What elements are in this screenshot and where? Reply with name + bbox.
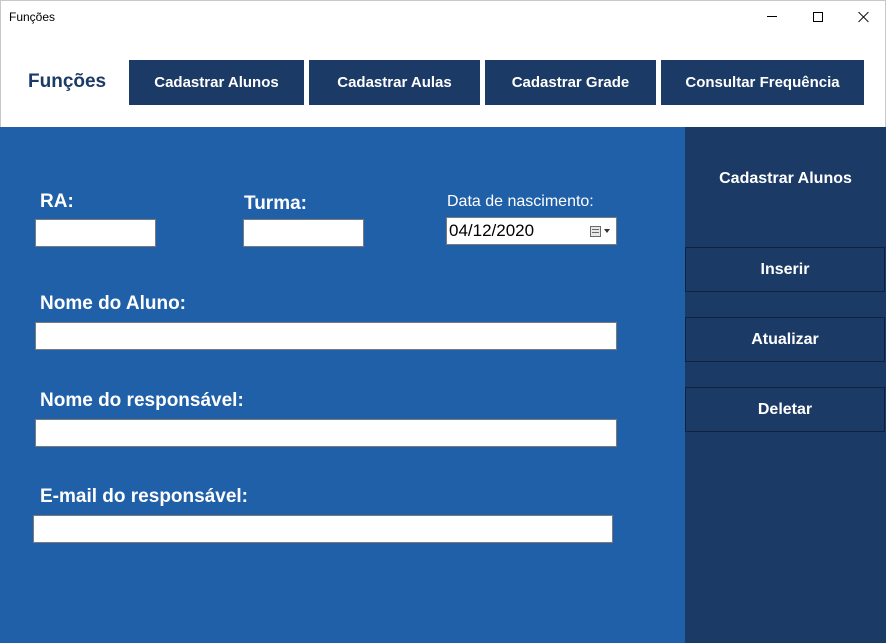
- close-button[interactable]: [841, 1, 886, 32]
- brand-title: Funções: [28, 71, 107, 92]
- minimize-button[interactable]: [749, 1, 795, 32]
- nav-cadastrar-aulas-button[interactable]: Cadastrar Aulas: [309, 60, 480, 105]
- nome-aluno-input[interactable]: [35, 322, 617, 350]
- actions-panel-title: Cadastrar Alunos: [719, 170, 852, 187]
- top-navigation: Funções Cadastrar Alunos Cadastrar Aulas…: [0, 31, 886, 127]
- minimize-icon: [767, 16, 777, 17]
- nav-consultar-frequencia-button[interactable]: Consultar Frequência: [661, 60, 864, 105]
- nascimento-label: Data de nascimento:: [447, 193, 594, 210]
- maximize-icon: [813, 11, 823, 22]
- email-responsavel-label: E-mail do responsável:: [40, 486, 249, 507]
- inserir-button[interactable]: Inserir: [685, 247, 885, 292]
- nome-responsavel-input[interactable]: [35, 419, 617, 447]
- deletar-button[interactable]: Deletar: [685, 387, 885, 432]
- close-icon: [858, 11, 870, 23]
- nome-responsavel-label: Nome do responsável:: [40, 390, 244, 411]
- window-title: Funções: [9, 10, 56, 24]
- student-form-panel: RA: Turma: Data de nascimento: 04/12/202…: [0, 127, 685, 643]
- nav-cadastrar-grade-button[interactable]: Cadastrar Grade: [485, 60, 656, 105]
- ra-label: RA:: [40, 191, 74, 212]
- turma-label: Turma:: [244, 193, 307, 214]
- nascimento-date-picker[interactable]: 04/12/2020: [446, 217, 617, 245]
- actions-panel: Cadastrar Alunos Inserir Atualizar Delet…: [685, 127, 886, 643]
- nome-aluno-label: Nome do Aluno:: [40, 293, 186, 314]
- ra-input[interactable]: [35, 219, 156, 247]
- nav-cadastrar-alunos-button[interactable]: Cadastrar Alunos: [129, 60, 304, 105]
- email-responsavel-input[interactable]: [33, 515, 613, 543]
- atualizar-button[interactable]: Atualizar: [685, 317, 885, 362]
- turma-input[interactable]: [243, 219, 364, 247]
- title-bar: Funções: [0, 0, 886, 31]
- maximize-button[interactable]: [795, 1, 841, 32]
- calendar-icon: [590, 225, 601, 237]
- nascimento-date-value: 04/12/2020: [449, 221, 535, 240]
- chevron-down-icon: [604, 229, 610, 233]
